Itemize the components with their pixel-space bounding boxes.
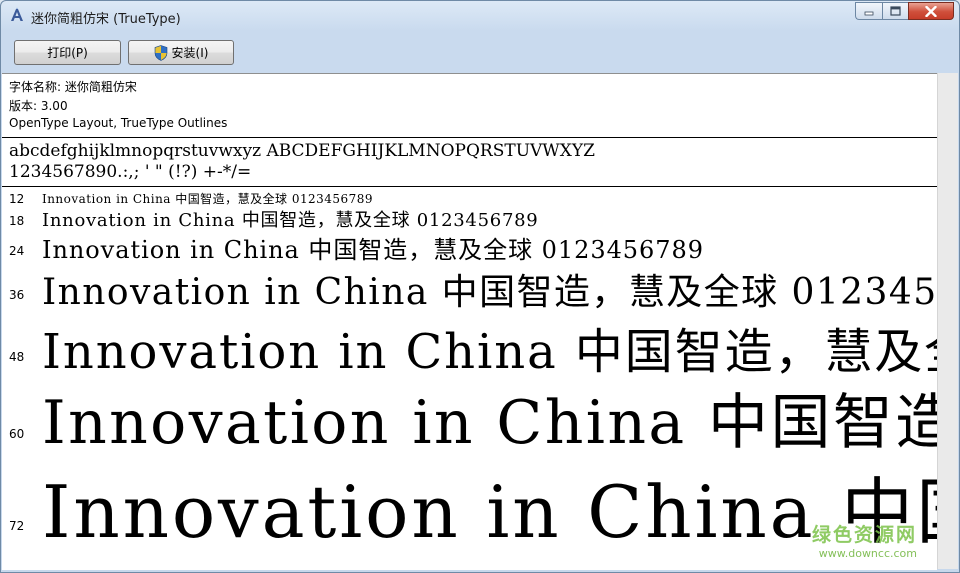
minimize-icon [864, 11, 874, 16]
sample-text-12: Innovation in China 中国智造，慧及全球 0123456789 [42, 192, 373, 206]
font-preview-area[interactable]: 字体名称: 迷你简粗仿宋 版本: 3.00 OpenType Layout, T… [2, 73, 937, 570]
maximize-icon [890, 6, 901, 16]
sample-text-18: Innovation in China 中国智造，慧及全球 0123456789 [42, 210, 539, 231]
close-button[interactable] [908, 2, 954, 20]
print-button-label: 打印(P) [47, 46, 88, 60]
site-watermark: 绿色资源网 www.downcc.com [812, 520, 917, 560]
caption-buttons [855, 2, 954, 22]
size-label-18: 18 [9, 214, 25, 228]
watermark-url: www.downcc.com [818, 547, 917, 560]
charset-digits-symbols: 1234567890.:,; ' " (!?) +-*/= [9, 162, 252, 182]
sample-text-48: Innovation in China 中国智造，慧及全球 0123456789 [42, 324, 937, 380]
font-viewer-window: 迷你简粗仿宋 (TrueType) 打印(P) 安装(I) 字体名称: 迷你简粗… [0, 0, 960, 573]
font-outlines-line: OpenType Layout, TrueType Outlines [9, 116, 228, 130]
separator-line [2, 137, 937, 138]
close-icon [925, 5, 937, 17]
size-label-60: 60 [9, 427, 25, 441]
sample-text-60: Innovation in China 中国智造，慧及全球 0123456789 [42, 388, 937, 458]
separator-line [2, 186, 937, 187]
maximize-button[interactable] [882, 2, 908, 20]
vertical-scrollbar[interactable] [937, 73, 958, 569]
toolbar: 打印(P) 安装(I) [1, 31, 959, 73]
sample-text-24: Innovation in China 中国智造，慧及全球 0123456789 [42, 236, 704, 264]
uac-shield-icon [154, 44, 167, 61]
size-label-72: 72 [9, 519, 25, 533]
font-name-line: 字体名称: 迷你简粗仿宋 [9, 80, 137, 94]
font-app-icon [11, 7, 23, 21]
size-label-12: 12 [9, 192, 25, 206]
minimize-button[interactable] [855, 2, 882, 20]
watermark-title: 绿色资源网 [811, 524, 917, 546]
size-label-36: 36 [9, 288, 25, 302]
size-label-48: 48 [9, 350, 25, 364]
window-title: 迷你简粗仿宋 (TrueType) [31, 12, 181, 27]
charset-alphabet: abcdefghijklmnopqrstuvwxyz ABCDEFGHIJKLM… [9, 141, 595, 161]
sample-text-36: Innovation in China 中国智造，慧及全球 0123456789 [42, 272, 937, 313]
print-button[interactable]: 打印(P) [14, 40, 121, 65]
title-bar[interactable]: 迷你简粗仿宋 (TrueType) [1, 1, 959, 31]
install-button[interactable]: 安装(I) [128, 40, 234, 65]
sample-text-72: Innovation in China 中国智造，慧及全球 0123456789 [42, 470, 937, 554]
install-button-label: 安装(I) [171, 46, 209, 60]
size-label-24: 24 [9, 244, 25, 258]
font-version-line: 版本: 3.00 [9, 99, 68, 113]
